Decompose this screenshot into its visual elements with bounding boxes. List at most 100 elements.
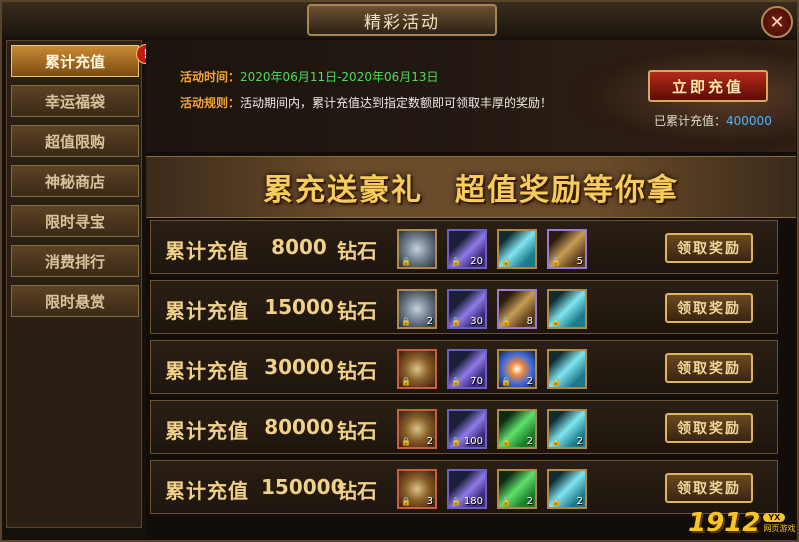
item-quantity: 5 <box>576 256 583 267</box>
sidebar-item-value-purchase[interactable]: 超值限购 <box>11 125 139 157</box>
claim-reward-button[interactable]: 领取奖励 <box>665 413 753 443</box>
tier-unit: 钻石 <box>337 239 377 263</box>
reward-tier-row: 累计充值 80000 钻石 🔒 2 🔒 100 🔒 2 🔒 2 领取奖励 <box>150 400 778 454</box>
reward-tier-row: 累计充值 8000 钻石 🔒 🔒 20 🔒 🔒 5 领取奖励 <box>150 220 778 274</box>
tier-unit: 钻石 <box>337 299 377 323</box>
item-quantity: 20 <box>470 256 483 267</box>
lock-icon: 🔒 <box>551 437 561 446</box>
crystal-icon[interactable]: 🔒 <box>497 229 537 269</box>
activity-time-value: 2020年06月11日-2020年06月13日 <box>240 70 439 84</box>
lock-icon: 🔒 <box>451 257 461 266</box>
item-quantity: 180 <box>463 496 483 507</box>
emerald-icon[interactable]: 🔒 2 <box>497 409 537 449</box>
claim-reward-button[interactable]: 领取奖励 <box>665 473 753 503</box>
lock-icon: 🔒 <box>401 317 411 326</box>
feather-icon[interactable]: 🔒 70 <box>447 349 487 389</box>
item-quantity: 70 <box>470 376 483 387</box>
title-plate: 精彩活动 <box>307 4 497 36</box>
sidebar-item-cumulative-recharge[interactable]: 累计充值 ! <box>11 44 156 77</box>
window-title: 精彩活动 <box>364 12 440 33</box>
sidebar-item-label: 神秘商店 <box>44 172 105 191</box>
compass-icon[interactable]: 🔒 <box>397 349 437 389</box>
tier-amount: 30000 <box>264 355 334 379</box>
scroll-bag-icon[interactable]: 🔒 8 <box>497 289 537 329</box>
feather-icon[interactable]: 🔒 20 <box>447 229 487 269</box>
tier-label: 累计充值 <box>165 299 249 323</box>
tier-amount: 15000 <box>264 295 334 319</box>
lock-icon: 🔒 <box>551 377 561 386</box>
tier-unit: 钻石 <box>337 359 377 383</box>
tier-unit: 钻石 <box>337 479 377 503</box>
gear-coin-icon[interactable]: 🔒 <box>397 229 437 269</box>
item-quantity: 2 <box>576 436 583 447</box>
main-panel: 活动时间：2020年06月11日-2020年06月13日 活动规则：活动期间内，… <box>146 40 796 540</box>
gear-coin-icon[interactable]: 🔒 2 <box>397 289 437 329</box>
lock-icon: 🔒 <box>501 377 511 386</box>
compass-icon[interactable]: 🔒 3 <box>397 469 437 509</box>
tier-amount: 150000 <box>261 475 345 499</box>
feather-icon[interactable]: 🔒 180 <box>447 469 487 509</box>
sidebar-item-label: 累计充值 <box>44 52 105 71</box>
sidebar-item-lucky-bag[interactable]: 幸运福袋 <box>11 85 139 117</box>
sidebar-item-label: 超值限购 <box>44 132 105 151</box>
crystal-icon[interactable]: 🔒 2 <box>547 409 587 449</box>
promo-banner-text: 累充送豪礼 超值奖励等你拿 <box>263 173 679 208</box>
tier-amount: 80000 <box>264 415 334 439</box>
lock-icon: 🔒 <box>401 257 411 266</box>
lock-icon: 🔒 <box>401 437 411 446</box>
sidebar-item-label: 限时悬赏 <box>44 292 105 311</box>
item-quantity: 2 <box>426 436 433 447</box>
crystal-icon[interactable]: 🔒 <box>547 289 587 329</box>
orb-icon[interactable]: 🔒 2 <box>497 349 537 389</box>
sidebar-item-spending-rank[interactable]: 消费排行 <box>11 245 139 277</box>
lock-icon: 🔒 <box>551 317 561 326</box>
claim-reward-button[interactable]: 领取奖励 <box>665 233 753 263</box>
close-icon: ✕ <box>769 11 785 33</box>
lock-icon: 🔒 <box>501 437 511 446</box>
feather-icon[interactable]: 🔒 30 <box>447 289 487 329</box>
compass-icon[interactable]: 🔒 2 <box>397 409 437 449</box>
item-quantity: 2 <box>426 316 433 327</box>
sidebar-item-label: 消费排行 <box>44 252 105 271</box>
activity-rule-row: 活动规则：活动期间内，累计充值达到指定数额即可领取丰厚的奖励！ <box>180 94 552 111</box>
title-bar: 精彩活动 ✕ <box>2 2 797 38</box>
reward-tier-row: 累计充值 15000 钻石 🔒 2 🔒 30 🔒 8 🔒 领取奖励 <box>150 280 778 334</box>
item-quantity: 2 <box>526 496 533 507</box>
sidebar-item-label: 限时寻宝 <box>44 212 105 231</box>
crystal-icon[interactable]: 🔒 2 <box>547 469 587 509</box>
logo-tag: YX <box>763 512 786 522</box>
activity-header: 活动时间：2020年06月11日-2020年06月13日 活动规则：活动期间内，… <box>146 40 796 152</box>
item-quantity: 2 <box>526 436 533 447</box>
item-quantity: 8 <box>526 316 533 327</box>
item-quantity: 2 <box>526 376 533 387</box>
lock-icon: 🔒 <box>451 317 461 326</box>
feather-icon[interactable]: 🔒 100 <box>447 409 487 449</box>
sidebar-item-bounty[interactable]: 限时悬赏 <box>11 285 139 317</box>
activity-time-label: 活动时间： <box>180 70 241 84</box>
close-button[interactable]: ✕ <box>761 6 793 38</box>
lock-icon: 🔒 <box>551 257 561 266</box>
crystal-icon[interactable]: 🔒 <box>547 349 587 389</box>
logo-number: 1912 <box>688 508 761 538</box>
sidebar-item-treasure-hunt[interactable]: 限时寻宝 <box>11 205 139 237</box>
sidebar-item-mystery-shop[interactable]: 神秘商店 <box>11 165 139 197</box>
total-recharged-label: 已累计充值： <box>654 114 727 128</box>
tier-label: 累计充值 <box>165 239 249 263</box>
promo-banner: 累充送豪礼 超值奖励等你拿 <box>146 156 796 218</box>
activity-time-row: 活动时间：2020年06月11日-2020年06月13日 <box>180 68 439 85</box>
claim-reward-button[interactable]: 领取奖励 <box>665 353 753 383</box>
lock-icon: 🔒 <box>501 257 511 266</box>
tier-label: 累计充值 <box>165 359 249 383</box>
reward-tier-row: 累计充值 30000 钻石 🔒 🔒 70 🔒 2 🔒 领取奖励 <box>150 340 778 394</box>
logo-subtitle: 网页游戏 <box>763 523 796 533</box>
claim-reward-button[interactable]: 领取奖励 <box>665 293 753 323</box>
recharge-now-button[interactable]: 立即充值 <box>648 70 768 102</box>
tier-unit: 钻石 <box>337 419 377 443</box>
scroll-bag-icon[interactable]: 🔒 5 <box>547 229 587 269</box>
lock-icon: 🔒 <box>451 497 461 506</box>
lock-icon: 🔒 <box>501 497 511 506</box>
lock-icon: 🔒 <box>401 377 411 386</box>
item-quantity: 30 <box>470 316 483 327</box>
lock-icon: 🔒 <box>401 497 411 506</box>
emerald-icon[interactable]: 🔒 2 <box>497 469 537 509</box>
